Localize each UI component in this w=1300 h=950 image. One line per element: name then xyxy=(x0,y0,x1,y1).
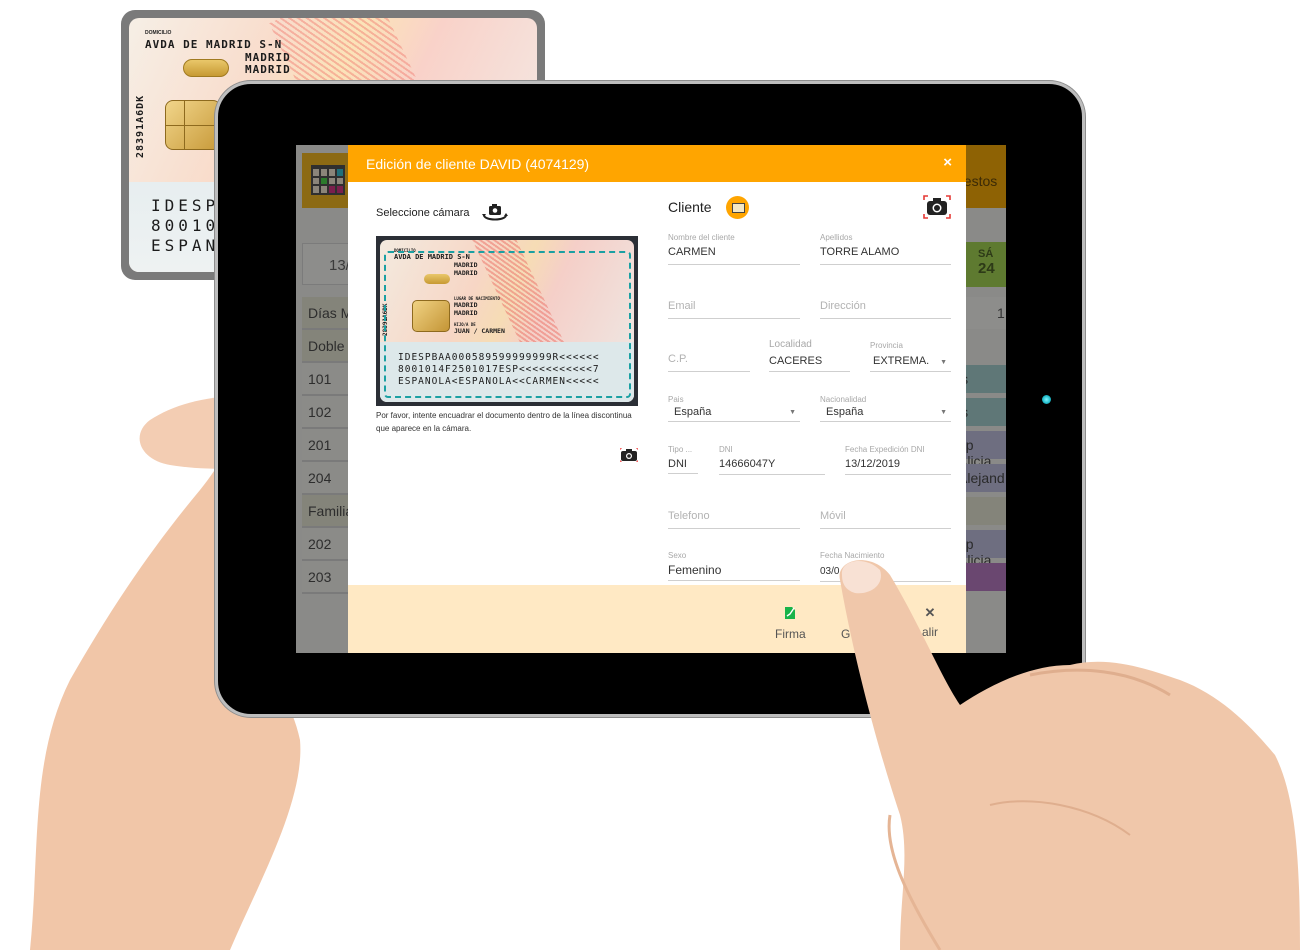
movil-placeholder: Móvil xyxy=(820,510,846,522)
day-header-number: 24 xyxy=(978,260,995,277)
firma-button[interactable]: Firma xyxy=(775,605,806,641)
pais-value: España xyxy=(674,406,712,418)
email-field[interactable]: Email xyxy=(668,295,800,319)
scanned-id-card: DOMICILIO AVDA DE MADRID S-N MADRID MADR… xyxy=(380,240,634,402)
switch-camera-icon[interactable] xyxy=(480,203,510,223)
chevron-down-icon: ▼ xyxy=(940,359,947,366)
cp-placeholder: C.P. xyxy=(668,353,688,365)
close-button[interactable]: × xyxy=(943,154,952,171)
provincia-select[interactable]: Provincia EXTREMA. ▼ xyxy=(870,341,951,372)
dialog-header: Edición de cliente DAVID (4074129) × xyxy=(348,145,966,182)
card-hologram-pill xyxy=(183,59,229,77)
nacionalidad-select[interactable]: Nacionalidad España ▼ xyxy=(820,395,951,422)
dialog-title: Edición de cliente DAVID (4074129) xyxy=(366,156,590,172)
day-header-name: SÁ xyxy=(978,248,994,260)
apellidos-field[interactable]: Apellidos TORRE ALAMO xyxy=(820,233,951,265)
camera-selector: Seleccione cámara xyxy=(376,200,638,225)
select-camera-label: Seleccione cámara xyxy=(376,206,470,219)
tipo-documento-select[interactable]: Tipo ... DNI xyxy=(668,445,698,474)
fecha-expedicion-label: Fecha Expedición DNI xyxy=(845,445,925,454)
nombre-value: CARMEN xyxy=(668,246,716,258)
client-form: Cliente xyxy=(668,195,953,219)
id-card-scan-icon[interactable] xyxy=(725,195,749,219)
card-chip xyxy=(165,100,221,150)
pais-select[interactable]: Pais España ▼ xyxy=(668,395,800,422)
signature-icon xyxy=(785,607,796,619)
apellidos-value: TORRE ALAMO xyxy=(820,246,900,258)
fecha-expedicion-value: 13/12/2019 xyxy=(845,458,901,470)
direccion-placeholder: Dirección xyxy=(820,300,866,312)
card-domicilio-label: DOMICILIO xyxy=(145,30,172,36)
client-section-header: Cliente xyxy=(668,195,953,219)
provincia-value: EXTREMA. xyxy=(873,355,930,367)
localidad-field[interactable]: Localidad CACERES xyxy=(769,339,850,372)
localidad-value: CACERES xyxy=(769,355,823,367)
right-hand-pointing xyxy=(839,560,1300,950)
camera-pane: Seleccione cámara DOMICILIO AVDA DE MADR… xyxy=(376,200,638,462)
chevron-down-icon: ▼ xyxy=(940,409,947,416)
card-address-line1: AVDA DE MADRID S-N xyxy=(145,38,283,51)
capture-camera-icon[interactable] xyxy=(620,448,638,462)
dni-value: 14666047Y xyxy=(719,458,776,470)
provincia-label: Provincia xyxy=(870,341,903,350)
framing-hint: Por favor, intente encuadrar el document… xyxy=(376,411,632,433)
client-section-title: Cliente xyxy=(668,199,712,215)
framing-guide xyxy=(384,251,631,398)
telefono-field[interactable]: Telefono xyxy=(668,505,800,529)
dni-label: DNI xyxy=(719,445,733,454)
sexo-label: Sexo xyxy=(668,551,687,560)
pais-label: Pais xyxy=(668,395,684,404)
fecha-expedicion-field[interactable]: Fecha Expedición DNI 13/12/2019 xyxy=(845,445,951,475)
tipo-documento-value: DNI xyxy=(668,458,687,470)
tipo-documento-label: Tipo ... xyxy=(668,445,693,454)
sexo-select[interactable]: Sexo Femenino xyxy=(668,551,800,581)
app-logo xyxy=(302,153,352,208)
localidad-label: Localidad xyxy=(769,339,812,350)
nombre-field[interactable]: Nombre del cliente CARMEN xyxy=(668,233,800,265)
nacionalidad-label: Nacionalidad xyxy=(820,395,867,404)
card-vertical-code: 28391A6DK xyxy=(135,94,146,158)
nombre-label: Nombre del cliente xyxy=(668,233,735,242)
direccion-field[interactable]: Dirección xyxy=(820,295,951,319)
email-placeholder: Email xyxy=(668,300,696,312)
camera-preview: DOMICILIO AVDA DE MADRID S-N MADRID MADR… xyxy=(376,236,638,406)
firma-label: Firma xyxy=(775,627,806,641)
chevron-down-icon: ▼ xyxy=(789,409,796,416)
cp-field[interactable]: C.P. xyxy=(668,343,750,372)
sexo-value: Femenino xyxy=(668,563,722,577)
apellidos-label: Apellidos xyxy=(820,233,853,242)
movil-field[interactable]: Móvil xyxy=(820,505,951,529)
telefono-placeholder: Telefono xyxy=(668,510,710,522)
scan-camera-icon[interactable] xyxy=(923,195,951,219)
card-address-line3: MADRID xyxy=(245,63,291,76)
dni-field[interactable]: DNI 14666047Y xyxy=(719,445,825,475)
nacionalidad-value: España xyxy=(826,406,864,418)
tablet-camera-led xyxy=(1042,395,1051,404)
